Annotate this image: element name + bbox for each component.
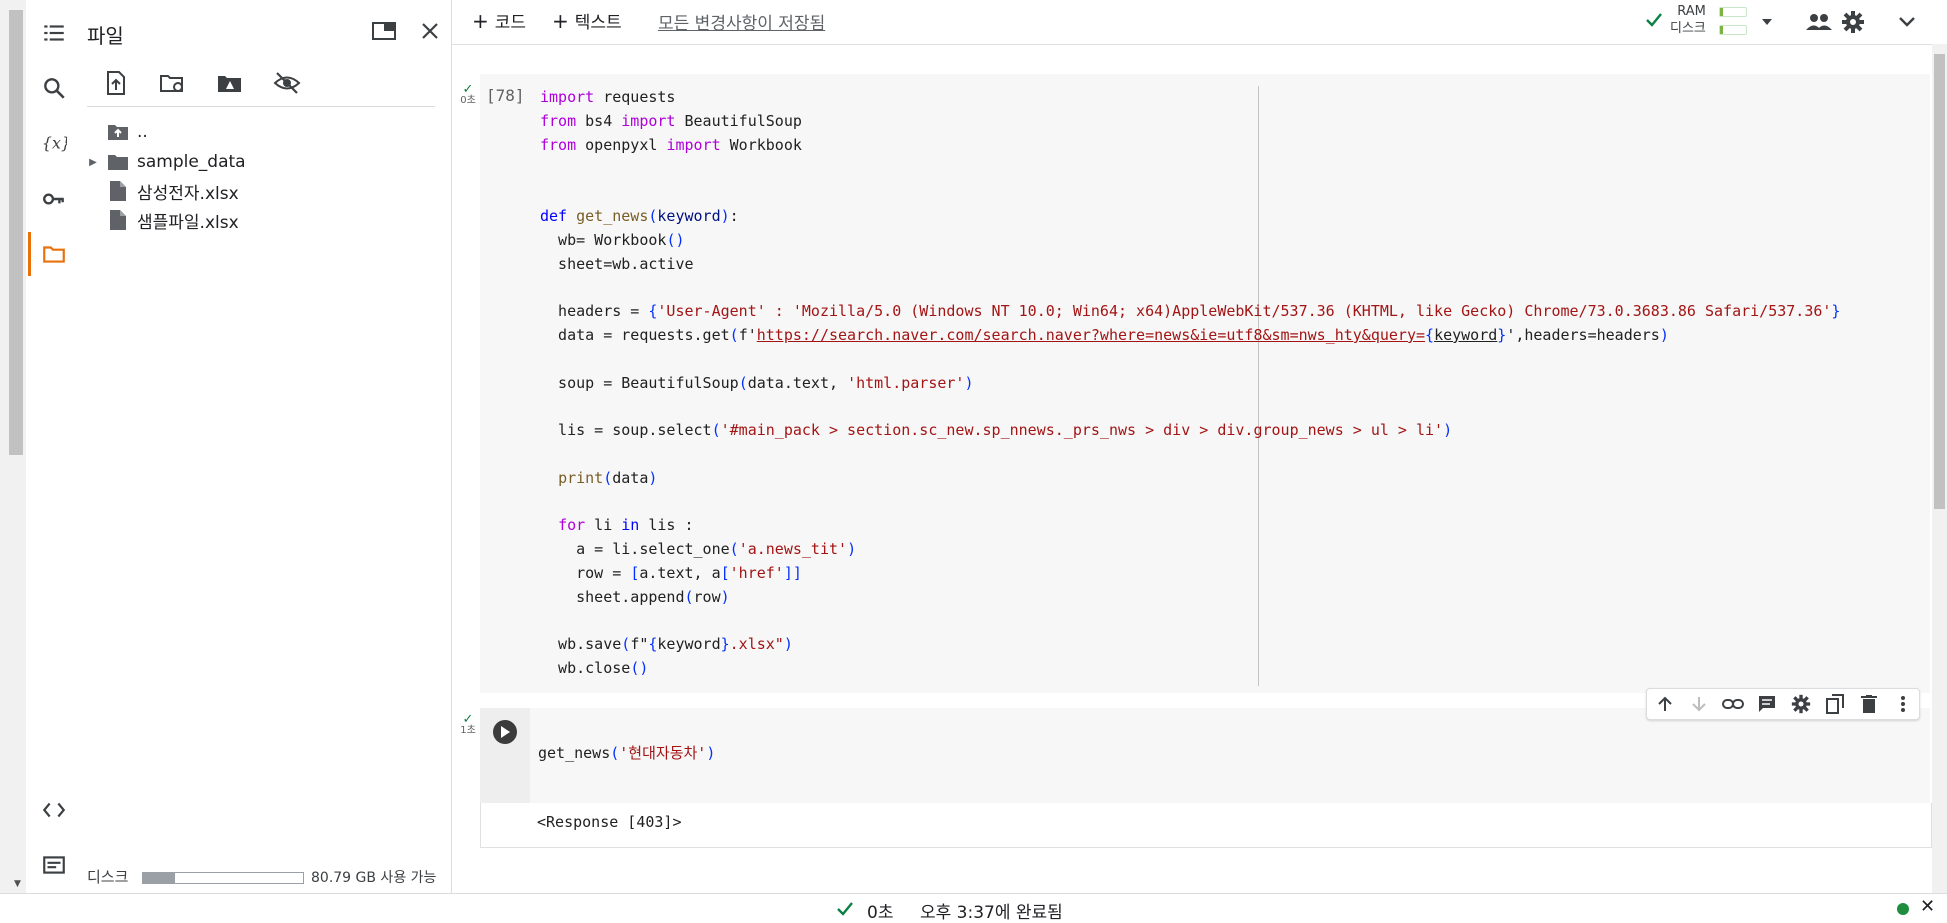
tree-item-label: .. — [137, 122, 148, 142]
outer-scrollbar[interactable]: ▼ — [0, 0, 26, 893]
notebook-scrollbar-thumb[interactable] — [1934, 54, 1945, 509]
tree-item-file[interactable]: 삼성전자.xlsx — [105, 177, 239, 205]
play-icon — [501, 726, 510, 738]
svg-text:{x}: {x} — [41, 134, 66, 153]
code-cell[interactable]: ✓ 1초 get_news('현대자동차') <Response [403]> — [460, 708, 1932, 890]
mount-drive-icon[interactable] — [212, 66, 248, 100]
variables-icon[interactable]: {x} — [26, 121, 81, 165]
file-icon — [105, 207, 131, 233]
gear-icon[interactable] — [1837, 6, 1869, 38]
link-icon[interactable] — [1720, 691, 1746, 717]
outer-scrollbar-thumb[interactable] — [9, 10, 23, 455]
output-text: <Response [403]> — [537, 813, 682, 831]
code-cell[interactable]: ✓ 0초 [78] import requests from bs4 impor… — [460, 74, 1930, 693]
toc-icon[interactable] — [26, 11, 81, 55]
cell-output: <Response [403]> — [480, 803, 1932, 848]
close-icon[interactable]: ✕ — [1920, 896, 1935, 917]
hide-files-icon[interactable] — [269, 66, 305, 100]
plus-icon: + — [552, 8, 569, 33]
cell-editor[interactable]: [78] import requests from bs4 import Bea… — [480, 74, 1930, 693]
files-panel-title: 파일 — [87, 24, 124, 48]
toolbar-divider — [87, 106, 435, 107]
folder-up-icon — [105, 119, 131, 145]
folder-icon — [105, 149, 131, 175]
execution-count: [78] — [486, 86, 525, 105]
run-gutter — [480, 708, 530, 803]
search-icon[interactable] — [26, 66, 81, 110]
arrow-up-icon[interactable] — [1652, 691, 1678, 717]
ram-label: RAM — [1677, 4, 1706, 19]
expand-arrow-icon[interactable]: ▶ — [81, 157, 105, 168]
side-icon-rail: {x} — [26, 0, 81, 893]
close-icon[interactable] — [415, 16, 445, 46]
ram-meter — [1719, 7, 1747, 17]
key-icon[interactable] — [26, 177, 81, 221]
code-text[interactable]: get_news('현대자동차') — [538, 742, 715, 766]
tree-item-label: sample_data — [137, 152, 246, 172]
connected-dot-icon — [1897, 903, 1909, 915]
files-panel: 파일 .. ▶ sample_data 삼성전자.xlsx 샘플파일.xlsx … — [81, 0, 452, 893]
add-code-button[interactable]: + 코드 — [472, 8, 526, 34]
tree-item-parent[interactable]: .. — [105, 118, 148, 146]
disk-label: 디스크 — [87, 868, 129, 886]
completion-status[interactable]: 오후 3:37에 완료됨 — [920, 898, 1063, 923]
run-cell-button[interactable] — [493, 720, 517, 744]
run-status: ✓ 0초 — [458, 82, 478, 106]
delete-icon[interactable] — [1856, 691, 1882, 717]
folder-icon[interactable] — [26, 232, 81, 276]
gear-icon[interactable] — [1788, 691, 1814, 717]
scroll-down-arrow[interactable]: ▼ — [14, 879, 21, 889]
tree-item-label: 샘플파일.xlsx — [137, 212, 239, 233]
add-text-button[interactable]: + 텍스트 — [552, 8, 622, 34]
disk-usage-fill — [143, 873, 175, 883]
terminal-icon[interactable] — [26, 843, 81, 887]
file-icon — [105, 178, 131, 204]
open-in-tab-icon[interactable] — [369, 16, 399, 46]
save-status[interactable]: 모든 변경사항이 저장됨 — [658, 9, 825, 34]
share-people-icon[interactable] — [1803, 6, 1835, 38]
chevron-down-icon[interactable] — [1751, 6, 1783, 38]
disk-free-text: 80.79 GB 사용 가능 — [311, 870, 437, 886]
code-text[interactable]: import requests from bs4 import Beautifu… — [540, 86, 1840, 681]
disk-meter — [1719, 25, 1747, 35]
comment-icon[interactable] — [1754, 691, 1780, 717]
resource-monitor[interactable]: RAM 디스크 — [1670, 3, 1706, 37]
upload-file-icon[interactable] — [98, 66, 134, 100]
elapsed-time: 0초 — [867, 903, 894, 923]
notebook-area: ✓ 0초 [78] import requests from bs4 impor… — [452, 44, 1932, 893]
plus-icon: + — [472, 8, 489, 33]
cell-toolbar — [1646, 688, 1920, 720]
cell-editor[interactable]: get_news('현대자동차') — [480, 708, 1930, 803]
tree-item-label: 삼성전자.xlsx — [137, 183, 239, 204]
arrow-down-icon[interactable] — [1686, 691, 1712, 717]
check-icon: ✓ — [462, 712, 474, 727]
tree-item-sample-data[interactable]: ▶ sample_data — [81, 148, 246, 176]
notebook-toolbar: + 코드 + 텍스트 모든 변경사항이 저장됨 RAM 디스크 — [452, 0, 1947, 45]
check-icon — [1646, 13, 1662, 27]
mirror-cell-icon[interactable] — [1822, 691, 1848, 717]
check-icon — [837, 902, 853, 916]
collapse-header-chevron-icon[interactable] — [1891, 6, 1923, 38]
check-icon: ✓ — [462, 82, 474, 97]
disk-usage-bar — [142, 872, 304, 884]
tree-item-file[interactable]: 샘플파일.xlsx — [105, 206, 239, 234]
status-bar: 0초 오후 3:37에 완료됨 ✕ — [0, 893, 1947, 923]
refresh-folder-icon[interactable] — [155, 66, 191, 100]
more-options-icon[interactable] — [1890, 691, 1916, 717]
code-snippets-icon[interactable] — [26, 788, 81, 832]
notebook-scrollbar[interactable] — [1932, 44, 1947, 893]
run-status: ✓ 1초 — [458, 712, 478, 736]
disk-label: 디스크 — [1670, 21, 1706, 36]
